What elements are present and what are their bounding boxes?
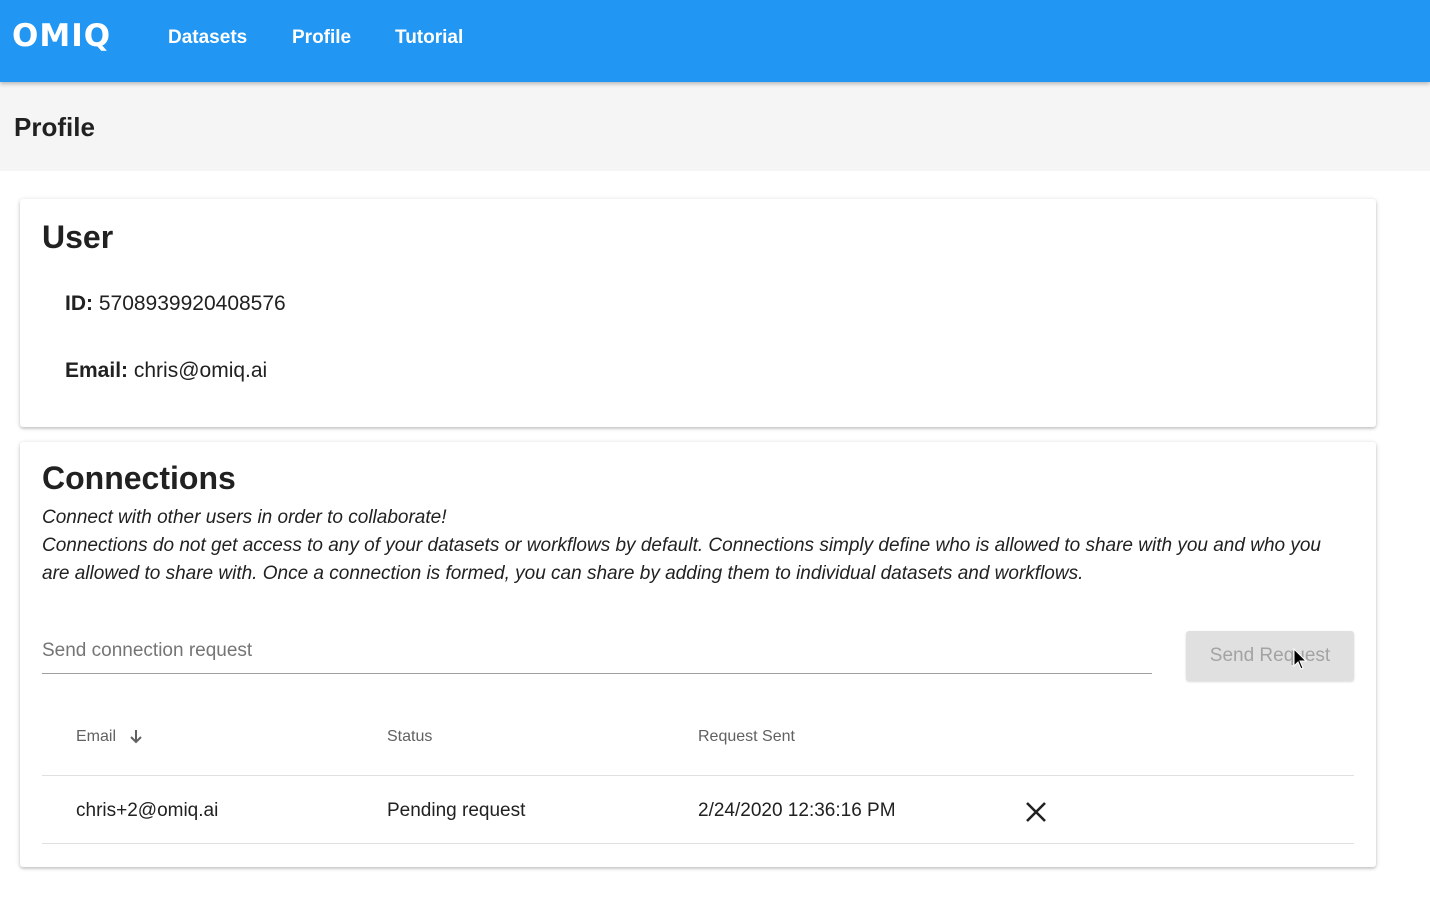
row-email: chris+2@omiq.ai <box>76 800 219 821</box>
page-header: Profile <box>0 82 1430 171</box>
user-email-value: chris@omiq.ai <box>133 359 268 382</box>
nav-datasets[interactable]: Datasets <box>168 27 247 49</box>
page-title: Profile <box>14 112 95 142</box>
nav-profile[interactable]: Profile <box>292 27 351 49</box>
row-request-sent: 2/24/2020 12:36:16 PM <box>698 800 896 821</box>
user-card: User ID: 5708939920408576 Email: chris@o… <box>20 199 1376 427</box>
table-row-divider <box>42 843 1354 844</box>
table-header-divider <box>42 775 1354 776</box>
column-header-status[interactable]: Status <box>387 728 432 746</box>
mouse-cursor-icon <box>1293 648 1308 670</box>
connections-intro-line1: Connect with other users in order to col… <box>42 507 447 528</box>
row-status: Pending request <box>387 800 526 821</box>
omiq-logo[interactable]: OMIQ <box>12 18 111 54</box>
user-email-label: Email: <box>65 359 129 382</box>
connections-intro-line2: Connections do not get access to any of … <box>42 535 1321 584</box>
arrow-down-icon[interactable] <box>128 729 144 745</box>
connections-title: Connections <box>42 460 236 496</box>
user-id-value: 5708939920408576 <box>98 292 286 315</box>
close-icon[interactable] <box>1024 800 1048 824</box>
column-header-email-label: Email <box>76 728 117 745</box>
send-request-button[interactable]: Send Request <box>1186 631 1354 681</box>
nav-tutorial[interactable]: Tutorial <box>395 27 463 49</box>
connection-request-input[interactable] <box>42 628 1152 674</box>
user-card-title: User <box>42 219 114 255</box>
app-bar: OMIQ Datasets Profile Tutorial <box>0 0 1430 82</box>
user-id-field: ID: 5708939920408576 <box>65 292 286 316</box>
user-id-label: ID: <box>65 292 93 315</box>
column-header-email[interactable]: Email <box>76 728 144 746</box>
user-email-field: Email: chris@omiq.ai <box>65 359 267 383</box>
column-header-request-sent[interactable]: Request Sent <box>698 728 795 746</box>
connections-intro: Connect with other users in order to col… <box>42 504 1352 588</box>
connections-card: Connections Connect with other users in … <box>20 442 1376 867</box>
